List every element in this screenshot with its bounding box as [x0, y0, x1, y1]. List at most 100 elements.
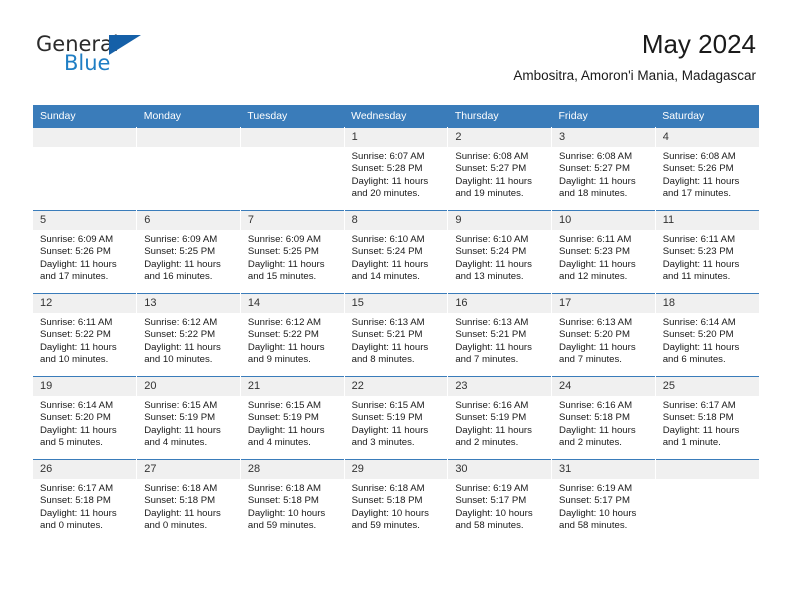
calendar-day-cell[interactable]: 8 Sunrise: 6:10 AM Sunset: 5:24 PM Daylight… [344, 210, 449, 294]
daylight-line: Daylight: 11 hours [559, 341, 636, 353]
calendar-day-cell[interactable]: 22 Sunrise: 6:15 AM Sunset: 5:19 PM Dayligh… [344, 376, 449, 460]
sunset-line: Sunset: 5:27 PM [455, 163, 527, 175]
day-detail-lines: Sunrise: 6:10 AM Sunset: 5:24 PM Daylight:… [448, 230, 551, 284]
sunset-line: Sunset: 5:26 PM [40, 246, 111, 258]
day-cell-inner: 14 Sunrise: 6:12 AM Sunset: 5:22 PM Dayligh… [240, 294, 344, 376]
daylight-line-cont: and 17 minutes. [40, 271, 109, 283]
day-number: 22 [344, 377, 448, 396]
calendar-day-cell[interactable]: 18 Sunrise: 6:14 AM Sunset: 5:20 PM Dayligh… [655, 293, 759, 377]
day-cell-inner: 2 Sunrise: 6:08 AM Sunset: 5:27 PM Daylight… [448, 128, 552, 210]
daylight-line-cont: and 2 minutes. [559, 437, 622, 449]
daylight-line-cont: and 8 minutes. [351, 354, 415, 366]
day-number: 27 [137, 460, 240, 479]
sunset-line: Sunset: 5:22 PM [144, 329, 216, 341]
sunset-line: Sunset: 5:19 PM [455, 412, 527, 424]
calendar-day-cell[interactable]: 4 Sunrise: 6:08 AM Sunset: 5:26 PM Daylight… [655, 127, 759, 211]
sunset-line: Sunset: 5:17 PM [455, 495, 527, 507]
daylight-line-cont: and 9 minutes. [247, 354, 311, 366]
day-cell-inner [240, 128, 344, 210]
day-detail-lines: Sunrise: 6:10 AM Sunset: 5:24 PM Daylight:… [345, 230, 448, 284]
day-cell-inner: 25 Sunrise: 6:17 AM Sunset: 5:18 PM Dayligh… [655, 377, 759, 459]
daylight-line: Daylight: 11 hours [351, 341, 429, 353]
day-detail-lines: Sunrise: 6:11 AM Sunset: 5:23 PM Daylight:… [552, 230, 655, 284]
weekday-header-monday: Monday [136, 105, 241, 128]
day-cell-inner: 9 Sunrise: 6:10 AM Sunset: 5:24 PM Daylight… [448, 211, 552, 293]
calendar-day-cell[interactable]: 2 Sunrise: 6:08 AM Sunset: 5:27 PM Daylight… [447, 127, 553, 211]
daylight-line-cont: and 7 minutes. [455, 354, 519, 366]
day-number: 31 [552, 460, 655, 479]
calendar-day-cell[interactable]: 25 Sunrise: 6:17 AM Sunset: 5:18 PM Dayligh… [655, 376, 759, 460]
calendar-day-cell[interactable]: 3 Sunrise: 6:08 AM Sunset: 5:27 PM Daylight… [551, 127, 656, 211]
calendar-day-cell[interactable]: 5 Sunrise: 6:09 AM Sunset: 5:26 PM Daylight… [33, 210, 138, 294]
calendar-day-cell[interactable]: 30 Sunrise: 6:19 AM Sunset: 5:17 PM Dayligh… [447, 459, 553, 542]
sunrise-line: Sunrise: 6:18 AM [351, 483, 425, 494]
sunrise-line: Sunrise: 6:08 AM [662, 151, 736, 162]
calendar-day-cell[interactable]: 1 Sunrise: 6:07 AM Sunset: 5:28 PM Daylight… [344, 127, 449, 211]
calendar-body: 1 Sunrise: 6:07 AM Sunset: 5:28 PM Daylight… [33, 127, 759, 542]
daylight-line-cont: and 4 minutes. [247, 437, 311, 449]
calendar-day-cell[interactable]: 14 Sunrise: 6:12 AM Sunset: 5:22 PM Dayligh… [240, 293, 345, 377]
calendar-day-cell[interactable]: 12 Sunrise: 6:11 AM Sunset: 5:22 PM Dayligh… [33, 293, 138, 377]
calendar-week-row: 5 Sunrise: 6:09 AM Sunset: 5:26 PM Daylight… [33, 210, 759, 294]
day-cell-inner: 24 Sunrise: 6:16 AM Sunset: 5:18 PM Dayligh… [552, 377, 655, 459]
calendar-day-cell[interactable]: 21 Sunrise: 6:15 AM Sunset: 5:19 PM Dayligh… [240, 376, 345, 460]
calendar-day-cell[interactable]: 17 Sunrise: 6:13 AM Sunset: 5:20 PM Dayligh… [551, 293, 656, 377]
day-number [33, 128, 137, 147]
calendar-day-cell[interactable]: 29 Sunrise: 6:18 AM Sunset: 5:18 PM Dayligh… [344, 459, 449, 542]
day-cell-inner: 26 Sunrise: 6:17 AM Sunset: 5:18 PM Dayligh… [33, 460, 137, 542]
calendar-day-cell[interactable]: 11 Sunrise: 6:11 AM Sunset: 5:23 PM Dayligh… [655, 210, 759, 294]
sunrise-line: Sunrise: 6:14 AM [662, 317, 736, 328]
day-cell-inner: 11 Sunrise: 6:11 AM Sunset: 5:23 PM Dayligh… [655, 211, 759, 293]
day-number: 15 [344, 294, 448, 313]
calendar-day-cell[interactable]: 9 Sunrise: 6:10 AM Sunset: 5:24 PM Daylight… [447, 210, 553, 294]
calendar-day-cell[interactable]: 20 Sunrise: 6:15 AM Sunset: 5:19 PM Dayligh… [136, 376, 241, 460]
day-cell-inner: 12 Sunrise: 6:11 AM Sunset: 5:22 PM Dayligh… [33, 294, 137, 376]
weekday-header-friday: Friday [551, 105, 656, 128]
calendar-day-cell[interactable]: 7 Sunrise: 6:09 AM Sunset: 5:25 PM Daylight… [240, 210, 345, 294]
daylight-line-cont: and 13 minutes. [455, 271, 524, 283]
sunrise-line: Sunrise: 6:14 AM [40, 400, 114, 411]
sunrise-line: Sunrise: 6:16 AM [455, 400, 529, 411]
daylight-line-cont: and 2 minutes. [455, 437, 519, 449]
daylight-line: Daylight: 11 hours [144, 258, 221, 270]
sunrise-line: Sunrise: 6:11 AM [559, 234, 632, 245]
daylight-line-cont: and 4 minutes. [144, 437, 208, 449]
day-number: 16 [448, 294, 552, 313]
daylight-line: Daylight: 10 hours [247, 507, 326, 519]
day-detail-lines: Sunrise: 6:09 AM Sunset: 5:25 PM Daylight:… [241, 230, 344, 284]
calendar-day-cell[interactable]: 13 Sunrise: 6:12 AM Sunset: 5:22 PM Dayligh… [136, 293, 241, 377]
calendar-day-cell[interactable]: 10 Sunrise: 6:11 AM Sunset: 5:23 PM Dayligh… [551, 210, 656, 294]
calendar-day-cell[interactable]: 26 Sunrise: 6:17 AM Sunset: 5:18 PM Dayligh… [33, 459, 138, 542]
daylight-line-cont: and 3 minutes. [351, 437, 415, 449]
calendar-day-cell[interactable]: 6 Sunrise: 6:09 AM Sunset: 5:25 PM Daylight… [136, 210, 241, 294]
day-number: 5 [33, 211, 137, 230]
calendar-empty-cell [655, 459, 759, 542]
day-cell-inner: 28 Sunrise: 6:18 AM Sunset: 5:18 PM Dayligh… [240, 460, 344, 542]
calendar-day-cell[interactable]: 19 Sunrise: 6:14 AM Sunset: 5:20 PM Dayligh… [33, 376, 138, 460]
day-cell-inner: 13 Sunrise: 6:12 AM Sunset: 5:22 PM Dayligh… [137, 294, 240, 376]
daylight-line-cont: and 1 minute. [662, 437, 721, 449]
day-cell-inner: 4 Sunrise: 6:08 AM Sunset: 5:26 PM Daylight… [655, 128, 759, 210]
calendar-day-cell[interactable]: 16 Sunrise: 6:13 AM Sunset: 5:21 PM Dayligh… [447, 293, 553, 377]
daylight-line-cont: and 10 minutes. [40, 354, 109, 366]
day-cell-inner [137, 128, 240, 210]
day-detail-lines: Sunrise: 6:18 AM Sunset: 5:18 PM Daylight:… [137, 479, 240, 533]
calendar-day-cell[interactable]: 15 Sunrise: 6:13 AM Sunset: 5:21 PM Dayligh… [344, 293, 449, 377]
calendar-day-cell[interactable]: 31 Sunrise: 6:19 AM Sunset: 5:17 PM Dayligh… [551, 459, 656, 542]
sunset-line: Sunset: 5:20 PM [662, 329, 734, 341]
calendar-day-cell[interactable]: 27 Sunrise: 6:18 AM Sunset: 5:18 PM Dayligh… [136, 459, 241, 542]
sunset-line: Sunset: 5:25 PM [144, 246, 216, 258]
day-cell-inner: 27 Sunrise: 6:18 AM Sunset: 5:18 PM Dayligh… [137, 460, 240, 542]
daylight-line-cont: and 19 minutes. [455, 188, 524, 200]
calendar-day-cell[interactable]: 24 Sunrise: 6:16 AM Sunset: 5:18 PM Dayligh… [551, 376, 656, 460]
day-number: 18 [655, 294, 759, 313]
day-cell-inner: 30 Sunrise: 6:19 AM Sunset: 5:17 PM Dayligh… [448, 460, 552, 542]
day-cell-inner: 19 Sunrise: 6:14 AM Sunset: 5:20 PM Dayligh… [33, 377, 137, 459]
day-number: 14 [240, 294, 344, 313]
daylight-line-cont: and 0 minutes. [144, 520, 208, 532]
daylight-line: Daylight: 11 hours [351, 175, 429, 187]
calendar-day-cell[interactable]: 23 Sunrise: 6:16 AM Sunset: 5:19 PM Dayligh… [447, 376, 553, 460]
sunset-line: Sunset: 5:18 PM [559, 412, 630, 424]
calendar-day-cell[interactable]: 28 Sunrise: 6:18 AM Sunset: 5:18 PM Dayligh… [240, 459, 345, 542]
day-detail-lines: Sunrise: 6:11 AM Sunset: 5:23 PM Daylight:… [656, 230, 759, 284]
